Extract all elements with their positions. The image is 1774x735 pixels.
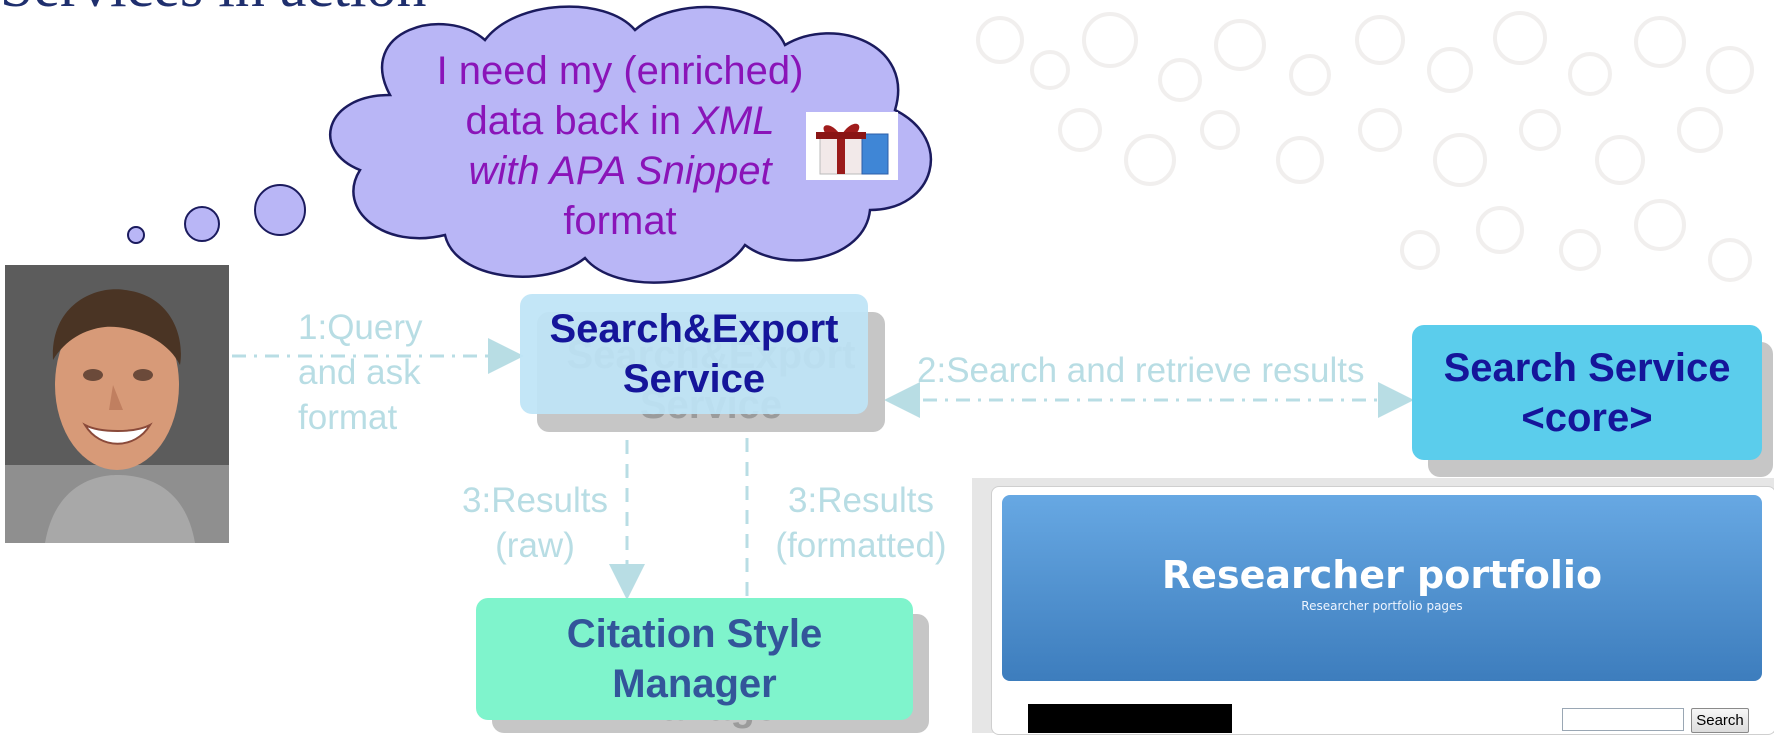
search-export-service-box[interactable]: Search&Export Service [520,294,868,414]
portfolio-black-bar [1028,704,1232,733]
search-service-core-box[interactable]: Search Service <core> [1412,325,1762,460]
search-export-line-2: Service [622,357,766,401]
portfolio-header: Researcher portfolio Researcher portfoli… [1002,495,1762,681]
search-service-line-1: Search Service [1443,345,1731,390]
portfolio-search-button[interactable]: Search [1691,708,1749,733]
label-query-line-1: 1:Query [298,308,423,347]
citation-line-2: Manager [612,662,777,706]
label-results-raw-line-2: (raw) [495,526,575,565]
search-service-line-2: <core> [1521,395,1653,440]
citation-style-manager-box[interactable]: Citation Style Manager [476,598,913,720]
label-results-formatted-line-1: 3:Results [788,481,934,520]
label-search-retrieve: 2:Search and retrieve results [917,351,1365,390]
label-query: 1:Query and ask format [298,305,423,440]
portfolio-search-input[interactable] [1562,708,1684,731]
portfolio-title: Researcher portfolio [1161,553,1603,597]
label-results-formatted: 3:Results (formatted) [766,478,956,568]
citation-line-1: Citation Style [566,612,823,656]
search-export-line-1: Search&Export [549,307,839,351]
label-query-line-3: format [298,398,398,437]
label-results-raw-line-1: 3:Results [462,481,608,520]
label-query-line-2: and ask [298,353,421,392]
portfolio-subtitle: Researcher portfolio pages [1301,599,1463,613]
label-results-formatted-line-2: (formatted) [775,526,947,565]
label-results-raw: 3:Results (raw) [455,478,615,568]
